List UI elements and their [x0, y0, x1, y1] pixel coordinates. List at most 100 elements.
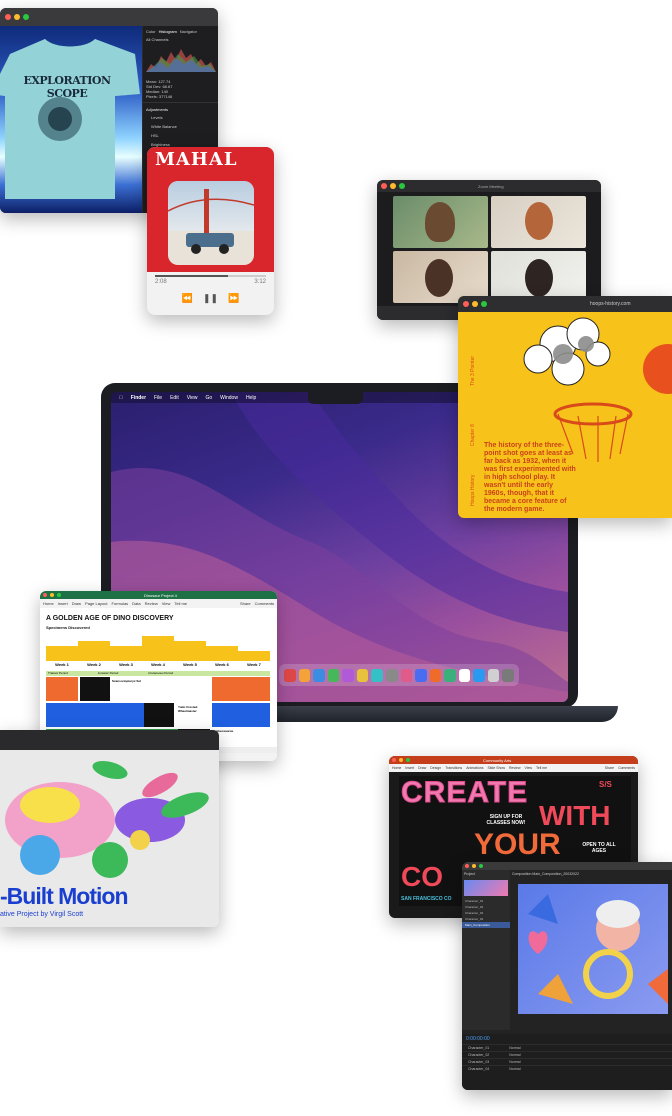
close-button[interactable]	[381, 183, 387, 189]
minimize-button[interactable]	[472, 301, 478, 307]
participant-tile-1[interactable]	[393, 196, 488, 248]
timecode[interactable]: 0:00:00:00	[462, 1034, 672, 1044]
ribbon-view[interactable]: View	[162, 601, 171, 606]
row-block-orange[interactable]	[46, 677, 78, 701]
ribbon-insert[interactable]: Insert	[58, 601, 68, 606]
ribbon-transitions[interactable]: Transitions	[445, 766, 462, 770]
dock-app-icon[interactable]	[342, 668, 354, 682]
timeline-layer-row[interactable]: Character_03 Normal	[462, 1058, 672, 1065]
adjust-white-balance[interactable]: White Balance	[143, 122, 218, 131]
dock-app-icon[interactable]	[473, 668, 485, 682]
dock-app-icon[interactable]	[415, 668, 427, 682]
close-button[interactable]	[392, 758, 396, 762]
address-bar[interactable]: hoops-history.com	[590, 301, 630, 307]
ribbon-home[interactable]: Home	[43, 601, 54, 606]
menu-edit[interactable]: Edit	[170, 395, 179, 401]
row-block-blue-2[interactable]	[212, 703, 270, 727]
minimize-button[interactable]	[390, 183, 396, 189]
minimize-button[interactable]	[50, 593, 54, 597]
ribbon-draw[interactable]: Draw	[418, 766, 426, 770]
menu-window[interactable]: Window	[220, 395, 238, 401]
ribbon-tell-me[interactable]: Tell me	[536, 766, 547, 770]
layer-blend-mode[interactable]: Normal	[509, 1067, 520, 1071]
timeline-layer-row[interactable]: Character_01 Normal	[462, 1044, 672, 1051]
zoom-button[interactable]	[23, 14, 29, 20]
dock-app-icon[interactable]	[502, 668, 514, 682]
zoom-button[interactable]	[406, 758, 410, 762]
project-thumbnail	[464, 880, 508, 896]
dock	[279, 664, 519, 686]
comments-button[interactable]: Comments	[618, 766, 635, 770]
composition-tab[interactable]: Composition Main_Composition_20032022	[512, 872, 579, 876]
ribbon-review[interactable]: Review	[145, 601, 158, 606]
ribbon-slide-show[interactable]: Slide Show	[488, 766, 506, 770]
tab-histogram[interactable]: Histogram	[159, 29, 177, 34]
ribbon-animations[interactable]: Animations	[466, 766, 483, 770]
channel-select[interactable]: All Channels	[143, 37, 218, 42]
dock-app-icon[interactable]	[487, 668, 500, 682]
zoom-button[interactable]	[481, 301, 487, 307]
pause-icon[interactable]: ❚❚	[203, 293, 218, 304]
tab-color[interactable]: Color	[146, 29, 156, 34]
menu-view[interactable]: View	[187, 395, 198, 401]
dock-app-icon[interactable]	[429, 668, 442, 682]
ribbon-tell-me[interactable]: Tell me	[174, 601, 187, 606]
layer-blend-mode[interactable]: Normal	[509, 1046, 520, 1050]
menu-file[interactable]: File	[154, 395, 162, 401]
week-label: Week 1	[55, 662, 69, 667]
ribbon-view[interactable]: View	[525, 766, 533, 770]
share-button[interactable]: Share	[240, 601, 251, 606]
minimize-button[interactable]	[399, 758, 403, 762]
ribbon-formulas[interactable]: Formulas	[112, 601, 129, 606]
ribbon-draw[interactable]: Draw	[72, 601, 81, 606]
dock-app-icon[interactable]	[284, 668, 296, 682]
timeline-layer-row[interactable]: Character_04 Normal	[462, 1065, 672, 1072]
layer-blend-mode[interactable]: Normal	[509, 1060, 520, 1064]
close-button[interactable]	[5, 14, 11, 20]
dock-app-icon[interactable]	[385, 668, 398, 682]
close-button[interactable]	[43, 593, 47, 597]
zoom-button[interactable]	[57, 593, 61, 597]
fast-forward-icon[interactable]: ⏩	[228, 293, 239, 304]
row-block-blue[interactable]	[46, 703, 144, 727]
dock-app-icon[interactable]	[327, 668, 340, 682]
row-block-orange-2[interactable]	[212, 677, 270, 701]
participant-tile-2[interactable]	[491, 196, 586, 248]
composition-viewer[interactable]	[518, 884, 668, 1014]
ribbon-design[interactable]: Design	[430, 766, 441, 770]
dock-app-icon[interactable]	[400, 668, 413, 682]
close-button[interactable]	[465, 864, 469, 868]
ribbon-data[interactable]: Data	[132, 601, 140, 606]
dock-app-icon[interactable]	[458, 668, 471, 682]
adjust-hsl[interactable]: HSL	[143, 131, 218, 140]
zoom-button[interactable]	[399, 183, 405, 189]
layer-blend-mode[interactable]: Normal	[509, 1053, 520, 1057]
minimize-button[interactable]	[14, 14, 20, 20]
dock-app-icon[interactable]	[356, 668, 369, 682]
project-item-main[interactable]: Main_Composition	[462, 922, 510, 928]
ribbon-home[interactable]: Home	[392, 766, 401, 770]
close-button[interactable]	[463, 301, 469, 307]
dock-app-icon[interactable]	[371, 668, 383, 682]
menu-help[interactable]: Help	[246, 395, 256, 401]
comments-button[interactable]: Comments	[255, 601, 274, 606]
menu-go[interactable]: Go	[205, 395, 212, 401]
ribbon-insert[interactable]: Insert	[405, 766, 414, 770]
minimize-button[interactable]	[472, 864, 476, 868]
dock-app-icon[interactable]	[444, 668, 456, 682]
timeline-panel: 0:00:00:00 Character_01 Normal Character_0…	[462, 1034, 672, 1090]
tab-navigator[interactable]: Navigator	[180, 29, 197, 34]
dock-app-icon[interactable]	[313, 668, 325, 682]
share-button[interactable]: Share	[605, 766, 614, 770]
dock-app-icon[interactable]	[298, 668, 311, 682]
timeline-layer-row[interactable]: Character_02 Normal	[462, 1051, 672, 1058]
ribbon-page-layout[interactable]: Page Layout	[85, 601, 107, 606]
apple-icon[interactable]: 	[119, 395, 123, 401]
progress-track[interactable]	[155, 275, 266, 277]
menu-finder[interactable]: Finder	[131, 395, 146, 401]
zoom-button[interactable]	[479, 864, 483, 868]
rewind-icon[interactable]: ⏪	[182, 293, 193, 304]
ribbon-review[interactable]: Review	[509, 766, 520, 770]
photo-canvas[interactable]: EXPLORATION SCOPE	[0, 26, 142, 213]
adjust-levels[interactable]: Levels	[143, 113, 218, 122]
